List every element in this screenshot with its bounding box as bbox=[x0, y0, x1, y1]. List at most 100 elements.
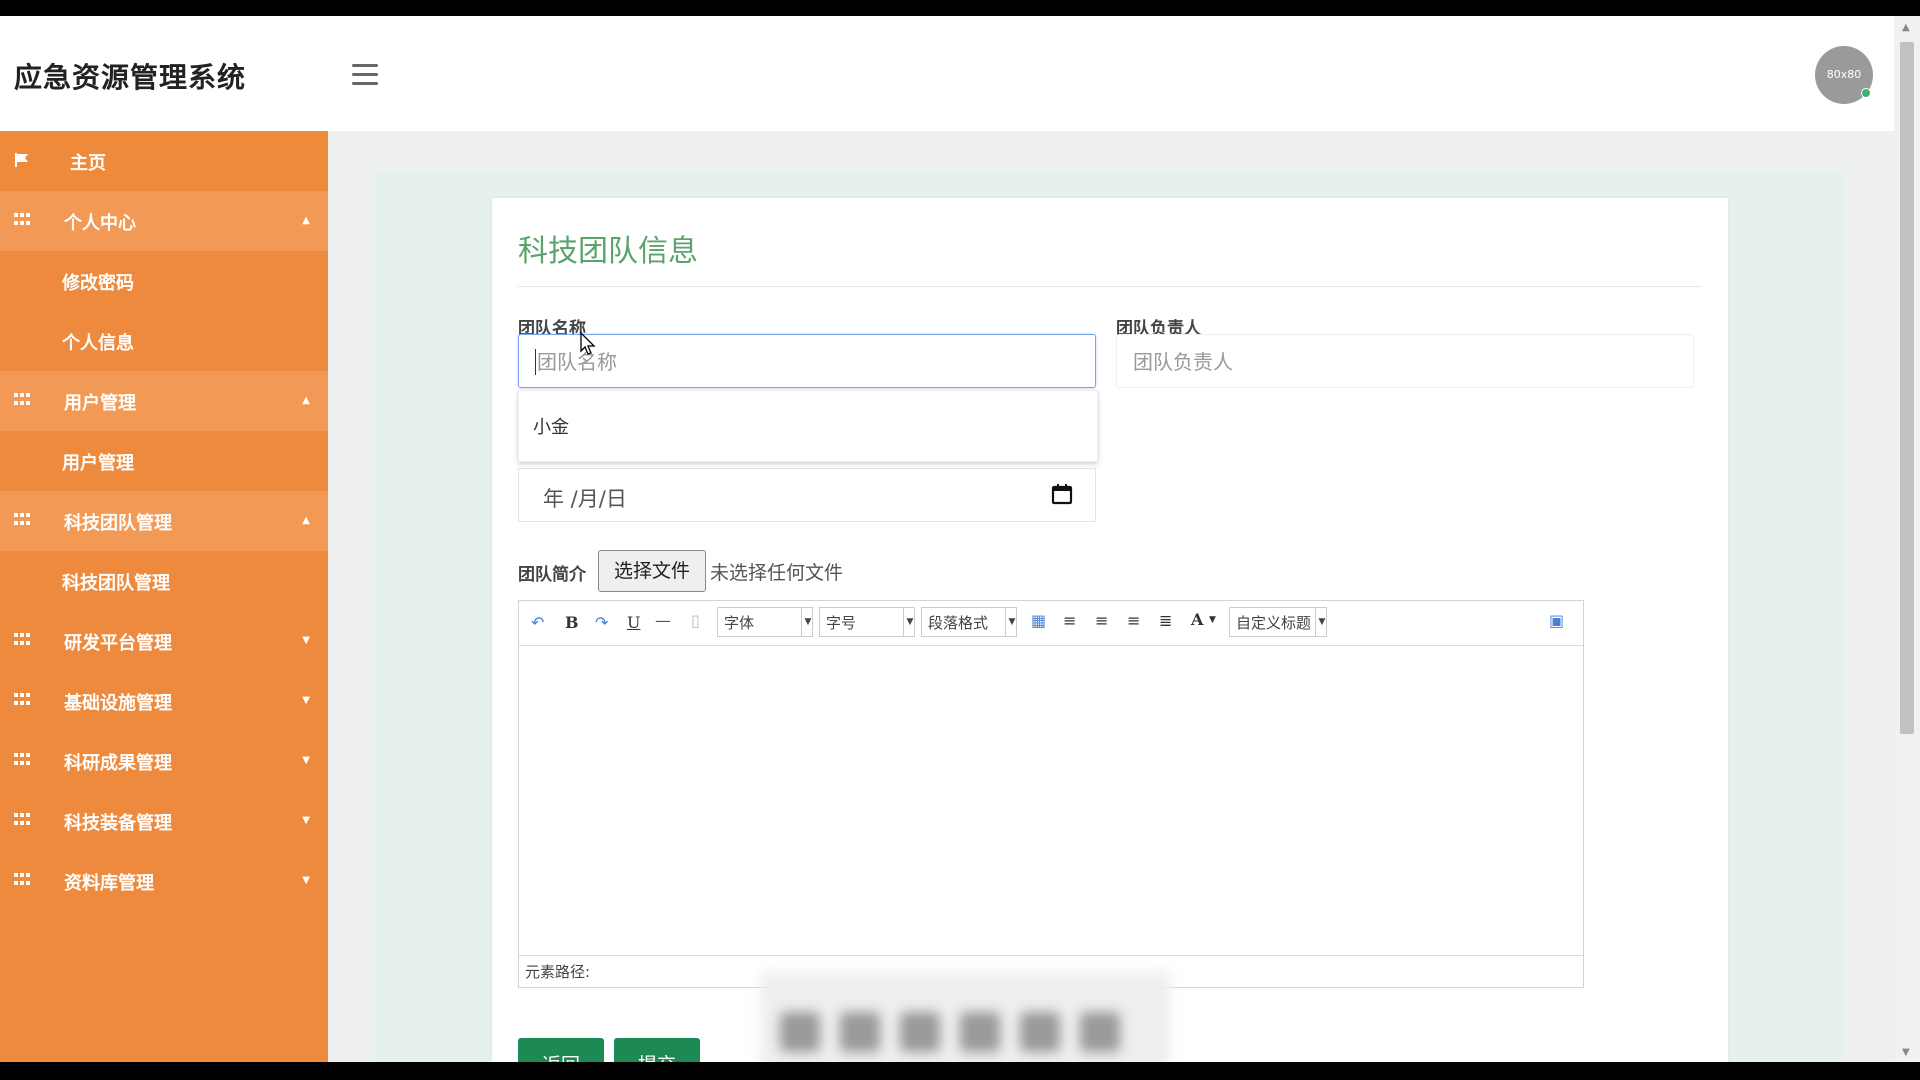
sidebar-item-label: 科技团队管理 bbox=[64, 513, 172, 534]
chevron-down-icon: ▼ bbox=[302, 815, 310, 826]
team-name-input[interactable]: 团队名称 bbox=[518, 334, 1096, 388]
chevron-down-icon: ▼ bbox=[302, 875, 310, 886]
scrollbar-thumb[interactable] bbox=[1900, 42, 1914, 734]
app-title: 应急资源管理系统 bbox=[14, 61, 247, 94]
form-card: 科技团队信息 团队名称 团队名称 团队负责人 团队负责人 年 /月/日 小金 团… bbox=[492, 198, 1728, 1062]
align-right-icon[interactable]: ≡ bbox=[1095, 611, 1108, 630]
back-button[interactable]: 返回 bbox=[518, 1038, 604, 1062]
page-scrollbar[interactable]: ▲ ▼ bbox=[1894, 16, 1920, 1062]
sidebar-item-change-password[interactable]: 修改密码 bbox=[0, 251, 328, 311]
chevron-down-icon: ▼ bbox=[302, 635, 310, 646]
page-title: 科技团队信息 bbox=[518, 234, 698, 269]
sidebar-item-label: 科技团队管理 bbox=[62, 573, 170, 594]
chevron-up-icon: ▲ bbox=[302, 515, 310, 526]
sidebar-group-library-management[interactable]: 资料库管理 ▼ bbox=[0, 851, 328, 911]
font-family-select[interactable]: 字体 ▼ bbox=[717, 607, 813, 637]
document-icon[interactable]: ▯ bbox=[691, 611, 700, 630]
custom-heading-select-label: 自定义标题 bbox=[1236, 614, 1312, 632]
horizontal-rule-icon[interactable]: — bbox=[655, 611, 671, 630]
font-size-select-label: 字号 bbox=[826, 614, 857, 632]
grid-icon bbox=[14, 813, 30, 827]
sidebar: 主页 个人中心 ▲ 修改密码 个人信息 用户管理 ▲ 用户管理 科技团队管理 ▲… bbox=[0, 131, 328, 1062]
sidebar-group-personal-center[interactable]: 个人中心 ▲ bbox=[0, 191, 328, 251]
underline-icon[interactable]: U bbox=[627, 613, 640, 632]
blurred-watermark bbox=[760, 972, 1170, 1062]
sidebar-group-rd-platform-management[interactable]: 研发平台管理 ▼ bbox=[0, 611, 328, 671]
sidebar-item-label: 主页 bbox=[70, 153, 106, 174]
editor-content-area[interactable] bbox=[519, 646, 1583, 946]
sidebar-item-label: 基础设施管理 bbox=[64, 693, 172, 714]
date-input[interactable]: 年 /月/日 bbox=[518, 468, 1096, 522]
intro-label: 团队简介 bbox=[518, 565, 586, 585]
grid-icon bbox=[14, 753, 30, 767]
team-name-placeholder: 团队名称 bbox=[537, 350, 617, 374]
sidebar-item-label: 科研成果管理 bbox=[64, 753, 172, 774]
sidebar-item-label: 个人信息 bbox=[62, 333, 134, 354]
sidebar-group-infrastructure-management[interactable]: 基础设施管理 ▼ bbox=[0, 671, 328, 731]
grid-icon bbox=[14, 873, 30, 887]
sidebar-group-user-management[interactable]: 用户管理 ▲ bbox=[0, 371, 328, 431]
sidebar-item-label: 科技装备管理 bbox=[64, 813, 172, 834]
grid-icon bbox=[14, 513, 30, 527]
undo-icon[interactable]: ↶ bbox=[531, 613, 544, 632]
autocomplete-option[interactable]: 小金 bbox=[533, 413, 569, 439]
chevron-up-icon: ▲ bbox=[302, 215, 310, 226]
sidebar-item-label: 个人中心 bbox=[64, 213, 136, 234]
sidebar-item-label: 用户管理 bbox=[64, 393, 136, 414]
font-size-select[interactable]: 字号 ▼ bbox=[819, 607, 915, 637]
scroll-down-icon[interactable]: ▼ bbox=[1902, 1047, 1910, 1058]
avatar[interactable]: 80x80 bbox=[1815, 46, 1873, 104]
align-left-icon[interactable]: ≡ bbox=[1063, 611, 1076, 630]
browser-viewport: 应急资源管理系统 80x80 主页 个人中心 ▲ 修改密码 个人信息 用户管理 … bbox=[0, 16, 1920, 1062]
mouse-pointer-icon bbox=[580, 332, 596, 355]
align-center-icon[interactable]: ≡ bbox=[1127, 611, 1140, 630]
sidebar-item-label: 用户管理 bbox=[62, 453, 134, 474]
top-header: 应急资源管理系统 80x80 bbox=[0, 16, 1894, 131]
sidebar-item-label: 研发平台管理 bbox=[64, 633, 172, 654]
chevron-down-icon: ▼ bbox=[302, 755, 310, 766]
sidebar-group-tech-team-management[interactable]: 科技团队管理 ▲ bbox=[0, 491, 328, 551]
table-icon[interactable]: ▦ bbox=[1031, 611, 1046, 630]
grid-icon bbox=[14, 633, 30, 647]
team-leader-input[interactable]: 团队负责人 bbox=[1116, 334, 1694, 388]
align-justify-icon[interactable]: ≣ bbox=[1159, 611, 1172, 630]
font-family-select-label: 字体 bbox=[724, 614, 755, 632]
chevron-down-icon: ▼ bbox=[302, 695, 310, 706]
chevron-down-icon: ▼ bbox=[1315, 608, 1328, 636]
paragraph-format-select-label: 段落格式 bbox=[928, 614, 989, 632]
chevron-up-icon: ▲ bbox=[302, 395, 310, 406]
chevron-down-icon[interactable]: ▼ bbox=[1209, 615, 1216, 625]
font-color-icon[interactable]: A bbox=[1191, 610, 1203, 629]
avatar-placeholder-text: 80x80 bbox=[1826, 68, 1862, 81]
redo-icon[interactable]: ↷ bbox=[595, 613, 608, 632]
bold-icon[interactable]: B bbox=[565, 613, 579, 632]
online-status-dot bbox=[1861, 88, 1871, 98]
rich-text-editor: ↶ B ↷ U — ▯ 字体 ▼ 字号 ▼ 段落格式 ▼ ▦ ≡ ≡ ≡ ≣ A… bbox=[518, 600, 1584, 988]
editor-toolbar: ↶ B ↷ U — ▯ 字体 ▼ 字号 ▼ 段落格式 ▼ ▦ ≡ ≡ ≡ ≣ A… bbox=[519, 601, 1583, 646]
sidebar-item-home[interactable]: 主页 bbox=[0, 131, 328, 191]
fullscreen-icon[interactable]: ▣ bbox=[1549, 611, 1564, 630]
chevron-down-icon: ▼ bbox=[903, 608, 916, 636]
custom-heading-select[interactable]: 自定义标题 ▼ bbox=[1229, 607, 1327, 637]
sidebar-item-personal-info[interactable]: 个人信息 bbox=[0, 311, 328, 371]
sidebar-item-label: 资料库管理 bbox=[64, 873, 154, 894]
sidebar-group-tech-equipment-management[interactable]: 科技装备管理 ▼ bbox=[0, 791, 328, 851]
calendar-icon[interactable] bbox=[1051, 483, 1073, 505]
chevron-down-icon: ▼ bbox=[1005, 608, 1018, 636]
grid-icon bbox=[14, 213, 30, 227]
autocomplete-dropdown: 小金 bbox=[518, 390, 1098, 462]
paragraph-format-select[interactable]: 段落格式 ▼ bbox=[921, 607, 1017, 637]
chevron-down-icon: ▼ bbox=[801, 608, 814, 636]
choose-file-button[interactable]: 选择文件 bbox=[598, 550, 706, 592]
flag-icon bbox=[15, 153, 28, 167]
scroll-up-icon[interactable]: ▲ bbox=[1902, 22, 1910, 33]
sidebar-item-tech-team-management[interactable]: 科技团队管理 bbox=[0, 551, 328, 611]
text-cursor bbox=[535, 349, 536, 375]
sidebar-group-research-results-management[interactable]: 科研成果管理 ▼ bbox=[0, 731, 328, 791]
grid-icon bbox=[14, 693, 30, 707]
submit-button[interactable]: 提交 bbox=[614, 1038, 700, 1062]
grid-icon bbox=[14, 393, 30, 407]
sidebar-item-user-management[interactable]: 用户管理 bbox=[0, 431, 328, 491]
sidebar-item-label: 修改密码 bbox=[62, 273, 134, 294]
menu-toggle-icon[interactable] bbox=[352, 64, 378, 86]
